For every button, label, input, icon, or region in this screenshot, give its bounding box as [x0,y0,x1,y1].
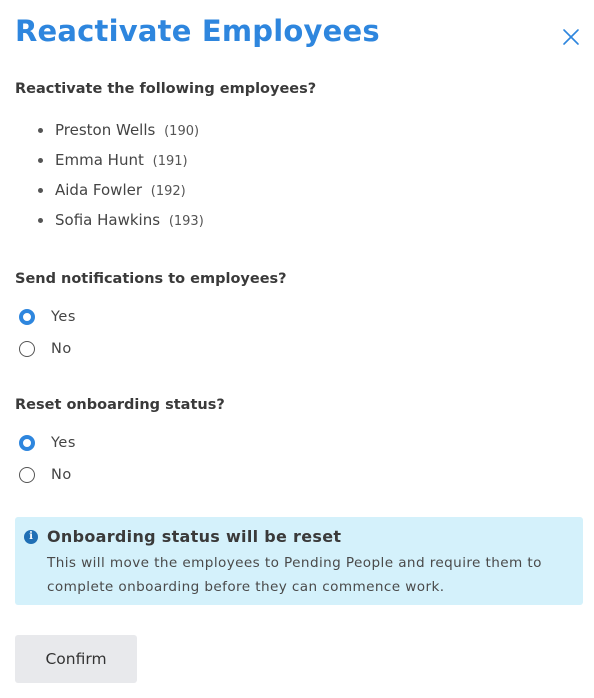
bullet-icon [38,128,43,133]
radio-label: Yes [51,435,76,451]
onboarding-reset-alert: i Onboarding status will be reset This w… [15,517,583,605]
radio-label: Yes [51,309,76,325]
employee-name: Preston Wells [55,121,156,139]
bullet-icon [38,188,43,193]
radio-unchecked-icon[interactable] [19,467,35,483]
notifications-no-radio[interactable]: No [19,338,72,360]
list-item: Emma Hunt (191) [15,146,204,176]
reactivate-employees-dialog: Reactivate Employees Reactivate the foll… [0,0,594,698]
radio-unchecked-icon[interactable] [19,341,35,357]
dialog-title: Reactivate Employees [15,14,380,48]
alert-title: Onboarding status will be reset [47,527,342,546]
employee-id: (190) [164,124,200,139]
alert-body: This will move the employees to Pending … [47,555,542,595]
close-icon [563,29,579,45]
radio-checked-icon[interactable] [19,309,35,325]
notifications-question: Send notifications to employees? [15,271,287,287]
bullet-icon [38,218,43,223]
employee-list: Preston Wells (190) Emma Hunt (191) Aida… [15,116,204,236]
employee-name: Emma Hunt [55,151,144,169]
employee-name: Sofia Hawkins [55,211,161,229]
info-icon: i [24,530,38,544]
list-item: Sofia Hawkins (193) [15,206,204,236]
employee-id: (191) [152,154,188,169]
onboarding-no-radio[interactable]: No [19,464,72,486]
radio-label: No [51,467,72,483]
close-button[interactable] [560,26,582,48]
employee-name: Aida Fowler [55,181,143,199]
notifications-yes-radio[interactable]: Yes [19,306,76,328]
employees-question: Reactivate the following employees? [15,81,317,97]
confirm-button[interactable]: Confirm [15,635,137,683]
radio-checked-icon[interactable] [19,435,35,451]
onboarding-question: Reset onboarding status? [15,397,225,413]
list-item: Preston Wells (190) [15,116,204,146]
list-item: Aida Fowler (192) [15,176,204,206]
radio-label: No [51,341,72,357]
employee-id: (193) [168,214,204,229]
employee-id: (192) [150,184,186,199]
bullet-icon [38,158,43,163]
onboarding-yes-radio[interactable]: Yes [19,432,76,454]
